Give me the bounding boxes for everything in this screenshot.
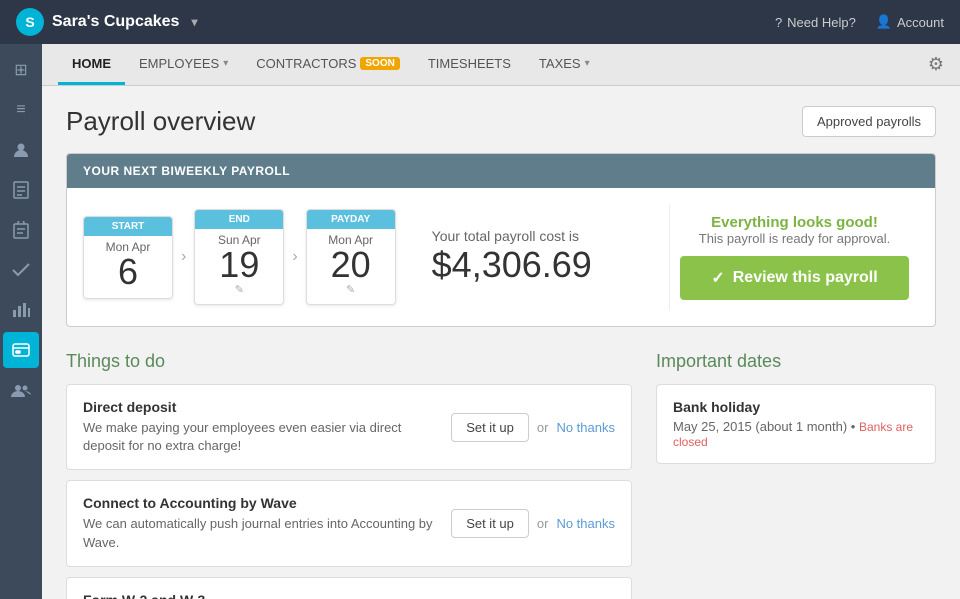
todo-accounting: Connect to Accounting by Wave We can aut…: [66, 480, 632, 566]
accounting-no-thanks[interactable]: No thanks: [556, 516, 615, 531]
app-logo[interactable]: S Sara's Cupcakes ▾: [16, 8, 197, 36]
top-navbar: S Sara's Cupcakes ▾ ? Need Help? 👤 Accou…: [0, 0, 960, 44]
approved-payrolls-button[interactable]: Approved payrolls: [802, 106, 936, 137]
sidebar: ⊞ ≡: [0, 44, 42, 599]
bank-holiday-date: May 25, 2015 (about 1 month) • Banks are…: [673, 419, 919, 449]
tab-home[interactable]: HOME: [58, 44, 125, 85]
sidebar-item-clipboard[interactable]: [3, 212, 39, 248]
todo-accounting-info: Connect to Accounting by Wave We can aut…: [83, 495, 435, 551]
accounting-setup-button[interactable]: Set it up: [451, 509, 529, 538]
app-name: Sara's Cupcakes: [52, 13, 179, 31]
contractors-soon-badge: SOON: [360, 57, 399, 70]
checkmark-icon: ✓: [711, 268, 724, 288]
cost-label: Your total payroll cost is: [432, 228, 633, 244]
review-status-title: Everything looks good!: [699, 214, 890, 231]
date-pickers: START Mon Apr 6 › END Sun Apr 19: [83, 204, 396, 310]
payroll-card: YOUR NEXT BIWEEKLY PAYROLL START Mon Apr…: [66, 153, 936, 327]
tab-contractors[interactable]: CONTRACTORS SOON: [242, 44, 414, 85]
start-date-body: Mon Apr 6: [84, 236, 172, 298]
end-edit-icon: ✎: [203, 283, 275, 296]
sidebar-item-users[interactable]: [3, 372, 39, 408]
direct-deposit-setup-button[interactable]: Set it up: [451, 413, 529, 442]
payroll-card-body: START Mon Apr 6 › END Sun Apr 19: [67, 188, 935, 326]
sidebar-item-payroll[interactable]: [3, 332, 39, 368]
end-day: 19: [203, 247, 275, 283]
payday-edit-icon: ✎: [315, 283, 387, 296]
sidebar-item-document[interactable]: [3, 172, 39, 208]
page-header: Payroll overview Approved payrolls: [66, 106, 936, 137]
review-status-sub: This payroll is ready for approval.: [699, 231, 890, 246]
arrow-2: ›: [292, 248, 297, 266]
app-dropdown-arrow[interactable]: ▾: [191, 15, 197, 29]
tab-bar: HOME EMPLOYEES ▾ CONTRACTORS SOON TIMESH…: [42, 44, 960, 86]
important-dates-section: Important dates Bank holiday May 25, 201…: [656, 351, 936, 599]
sidebar-item-list[interactable]: ≡: [3, 92, 39, 128]
sidebar-item-person[interactable]: [3, 132, 39, 168]
things-to-do-title: Things to do: [66, 351, 632, 372]
payday-day: 20: [315, 247, 387, 283]
payroll-cost: Your total payroll cost is $4,306.69: [412, 204, 653, 310]
sidebar-item-check[interactable]: [3, 252, 39, 288]
cost-amount: $4,306.69: [432, 244, 633, 286]
logo-circle: S: [16, 8, 44, 36]
tab-timesheets[interactable]: TIMESHEETS: [414, 44, 525, 85]
review-status: Everything looks good! This payroll is r…: [699, 214, 890, 246]
todo-direct-deposit-desc: We make paying your employees even easie…: [83, 419, 435, 455]
todo-direct-deposit: Direct deposit We make paying your emplo…: [66, 384, 632, 470]
start-date-box[interactable]: START Mon Apr 6: [83, 216, 173, 299]
end-date-box[interactable]: END Sun Apr 19 ✎: [194, 209, 284, 305]
payday-date-box[interactable]: PAYDAY Mon Apr 20 ✎: [306, 209, 396, 305]
important-dates-card: Bank holiday May 25, 2015 (about 1 month…: [656, 384, 936, 464]
page-title: Payroll overview: [66, 106, 255, 137]
things-to-do-section: Things to do Direct deposit We make payi…: [66, 351, 632, 599]
sidebar-item-grid[interactable]: ⊞: [3, 52, 39, 88]
content-area: HOME EMPLOYEES ▾ CONTRACTORS SOON TIMESH…: [42, 44, 960, 599]
todo-direct-deposit-actions: Set it up or No thanks: [451, 413, 615, 442]
todo-direct-deposit-info: Direct deposit We make paying your emplo…: [83, 399, 435, 455]
todo-w2-info: Form W-2 and W-3 Generate your Form W-2 …: [83, 592, 429, 599]
top-nav-right: ? Need Help? 👤 Account: [775, 14, 944, 30]
or-text-2: or: [537, 516, 549, 531]
main-layout: ⊞ ≡ HOME EMPLOYEES: [0, 44, 960, 599]
payroll-card-header: YOUR NEXT BIWEEKLY PAYROLL: [67, 154, 935, 188]
arrow-1: ›: [181, 248, 186, 266]
todo-direct-deposit-title: Direct deposit: [83, 399, 435, 415]
todo-w2-title: Form W-2 and W-3: [83, 592, 429, 599]
employees-arrow: ▾: [223, 58, 228, 69]
todo-w2: Form W-2 and W-3 Generate your Form W-2 …: [66, 577, 632, 599]
payday-label: PAYDAY: [307, 210, 395, 229]
help-link[interactable]: ? Need Help?: [775, 15, 856, 30]
payday-date-body: Mon Apr 20 ✎: [307, 229, 395, 304]
review-payroll-button[interactable]: ✓ Review this payroll: [680, 256, 909, 300]
account-link[interactable]: 👤 Account: [876, 14, 944, 30]
todo-accounting-actions: Set it up or No thanks: [451, 509, 615, 538]
end-label: END: [195, 210, 283, 229]
tab-employees[interactable]: EMPLOYEES ▾: [125, 44, 242, 85]
start-day: 6: [92, 254, 164, 290]
review-section: Everything looks good! This payroll is r…: [669, 204, 919, 310]
two-col-layout: Things to do Direct deposit We make payi…: [66, 351, 936, 599]
end-date-body: Sun Apr 19 ✎: [195, 229, 283, 304]
settings-icon[interactable]: ⚙: [928, 54, 944, 75]
todo-accounting-desc: We can automatically push journal entrie…: [83, 515, 435, 551]
start-label: START: [84, 217, 172, 236]
direct-deposit-no-thanks[interactable]: No thanks: [556, 420, 615, 435]
account-icon: 👤: [876, 14, 892, 30]
help-icon: ?: [775, 15, 782, 30]
taxes-arrow: ▾: [585, 58, 590, 69]
todo-accounting-title: Connect to Accounting by Wave: [83, 495, 435, 511]
sidebar-item-chart[interactable]: [3, 292, 39, 328]
page-content: Payroll overview Approved payrolls YOUR …: [42, 86, 960, 599]
or-text-1: or: [537, 420, 549, 435]
bank-holiday-title: Bank holiday: [673, 399, 919, 415]
important-dates-title: Important dates: [656, 351, 936, 372]
tab-taxes[interactable]: TAXES ▾: [525, 44, 604, 85]
